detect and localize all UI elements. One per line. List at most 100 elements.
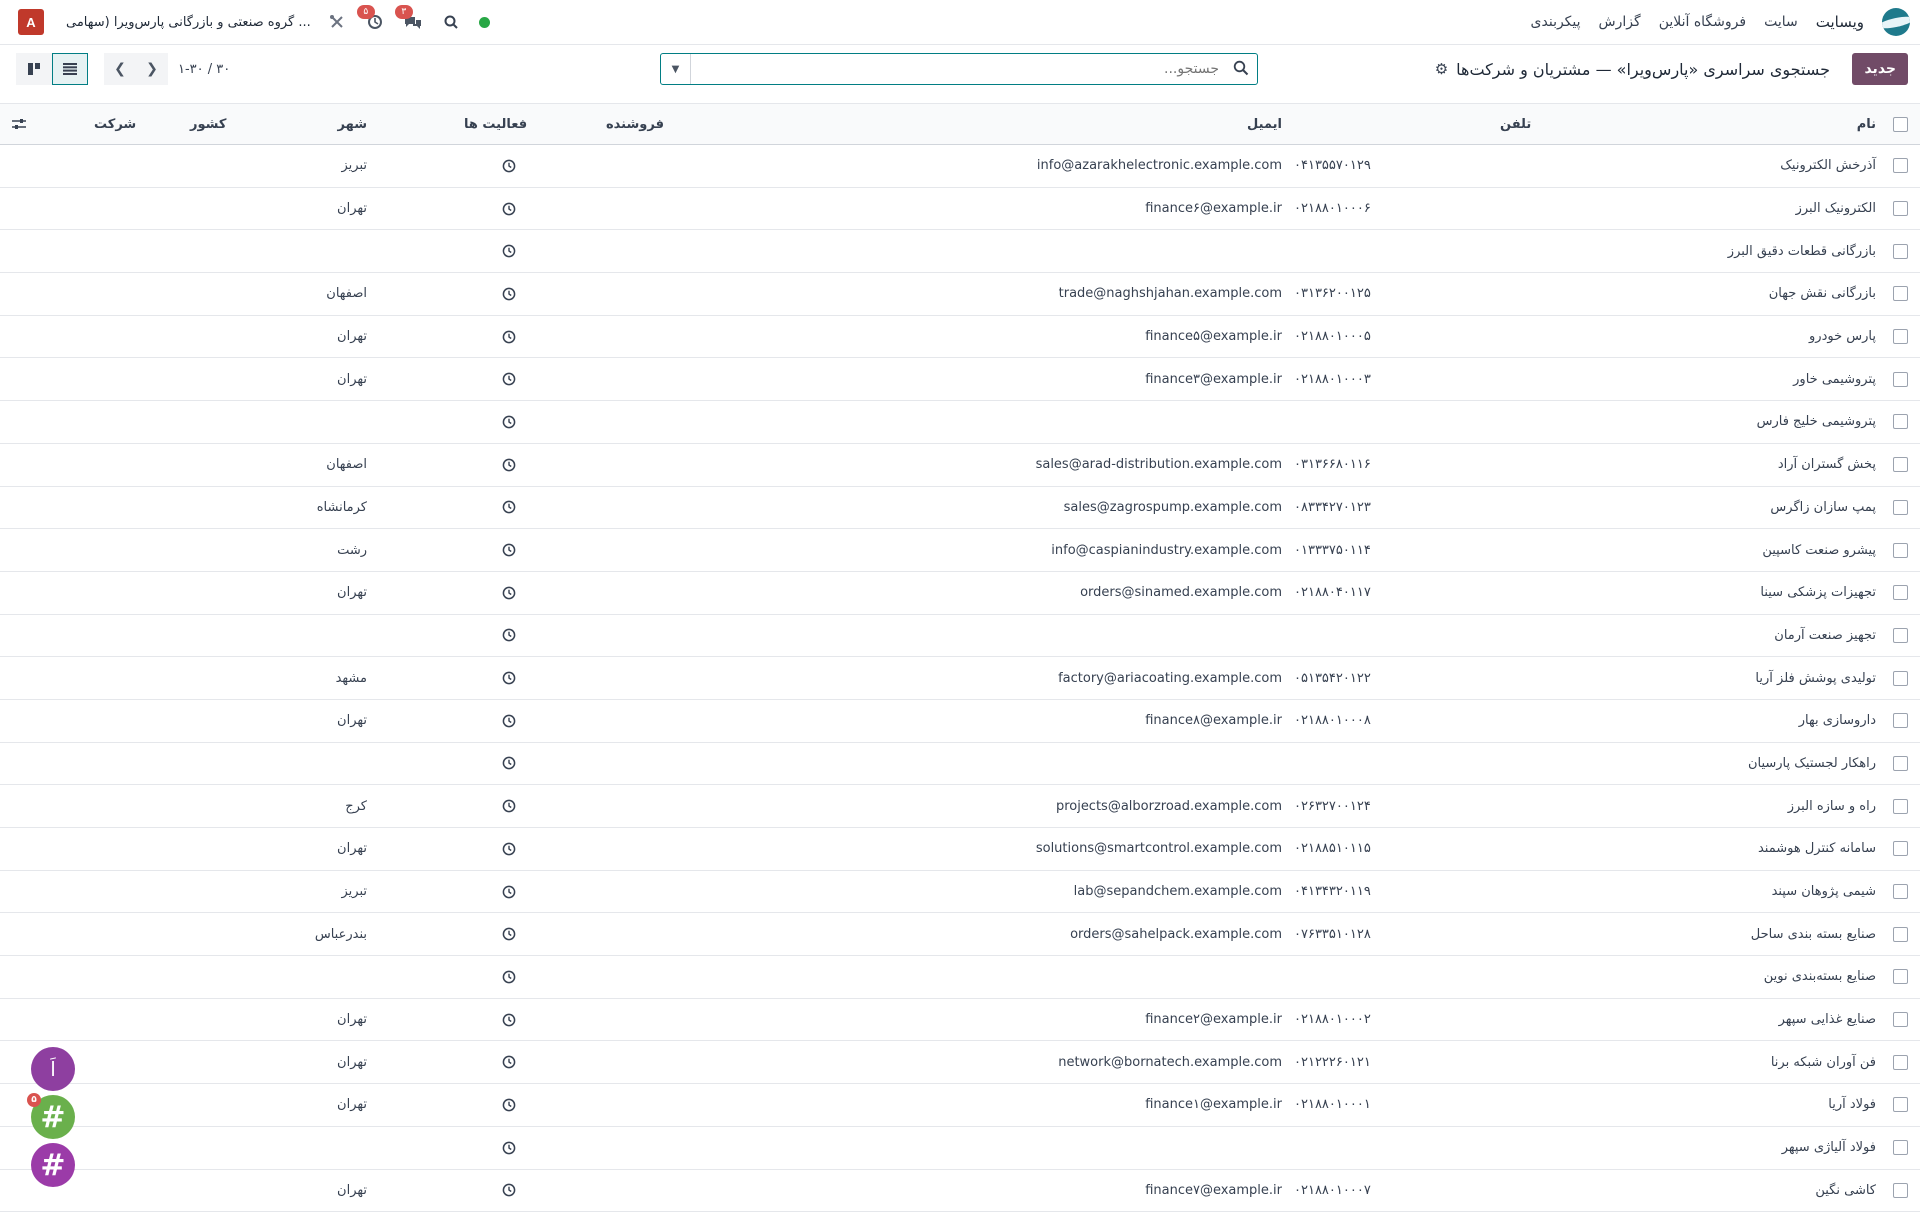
- table-row[interactable]: راهکار لجستیک پارسیان: [0, 743, 1920, 786]
- cell-email[interactable]: lab@sepandchem.example.com: [1074, 871, 1282, 913]
- table-row[interactable]: صنایع بسته‌بندی نوین: [0, 956, 1920, 999]
- activity-cell[interactable]: [496, 743, 522, 785]
- cell-name[interactable]: راهکار لجستیک پارسیان: [1748, 743, 1876, 785]
- cell-name[interactable]: تولیدی پوشش فلز آریا: [1755, 657, 1876, 699]
- row-checkbox[interactable]: [1893, 1097, 1908, 1112]
- cell-city[interactable]: تهران: [337, 358, 367, 400]
- cell-phone[interactable]: ۰۳۱۳۶۲۰۰۱۲۵: [1294, 273, 1371, 315]
- cell-email[interactable]: finance۳@example.ir: [1145, 358, 1282, 400]
- table-row[interactable]: پیشرو صنعت کاسپین ۰۱۳۳۳۷۵۰۱۱۴ info@caspian…: [0, 529, 1920, 572]
- table-row[interactable]: راه و سازه البرز۰۲۶۳۲۷۰۰۱۲۴projects@albo…: [0, 785, 1920, 828]
- row-checkbox[interactable]: [1893, 713, 1908, 728]
- table-row[interactable]: بازرگانی قطعات دقیق البرز: [0, 230, 1920, 273]
- cell-phone[interactable]: ۰۴۱۳۵۵۷۰۱۲۹: [1294, 145, 1371, 187]
- search-icon[interactable]: [441, 12, 461, 32]
- activity-cell[interactable]: [496, 444, 522, 486]
- cell-city[interactable]: کرمانشاه: [317, 487, 367, 529]
- row-checkbox[interactable]: [1893, 1183, 1908, 1198]
- cell-phone[interactable]: ۰۸۳۳۴۲۷۰۱۲۳: [1294, 487, 1371, 529]
- activity-cell[interactable]: [496, 188, 522, 230]
- table-row[interactable]: پتروشیمی خلیج فارس: [0, 401, 1920, 444]
- activity-cell[interactable]: [496, 913, 522, 955]
- row-checkbox[interactable]: [1893, 1012, 1908, 1027]
- cell-name[interactable]: الکترونیک البرز: [1796, 188, 1876, 230]
- cell-name[interactable]: فولاد آلیاژی سپهر: [1782, 1127, 1876, 1169]
- messages-icon[interactable]: ۳: [403, 12, 423, 32]
- cell-email[interactable]: network@bornatech.example.com: [1058, 1041, 1282, 1083]
- activity-cell[interactable]: [496, 700, 522, 742]
- activity-cell[interactable]: [496, 871, 522, 913]
- activity-cell[interactable]: [496, 785, 522, 827]
- app-brand[interactable]: ویسایت: [1816, 13, 1864, 31]
- optional-columns-toggle[interactable]: [10, 104, 28, 144]
- activity-cell[interactable]: [496, 1127, 522, 1169]
- cell-email[interactable]: finance۶@example.ir: [1145, 188, 1282, 230]
- row-checkbox[interactable]: [1893, 500, 1908, 515]
- cell-email[interactable]: trade@naghshjahan.example.com: [1059, 273, 1282, 315]
- cell-name[interactable]: پیشرو صنعت کاسپین: [1762, 529, 1876, 571]
- cell-email[interactable]: factory@ariacoating.example.com: [1058, 657, 1282, 699]
- pager-value[interactable]: ۱-۳۰ / ۳۰: [178, 62, 230, 77]
- table-row[interactable]: فولاد آلیاژی سپهر: [0, 1127, 1920, 1170]
- column-city[interactable]: شهر: [338, 104, 367, 144]
- activity-cell[interactable]: [496, 487, 522, 529]
- row-checkbox[interactable]: [1893, 457, 1908, 472]
- search-options-toggle[interactable]: ▼: [661, 54, 691, 84]
- column-name[interactable]: نام: [1857, 104, 1876, 144]
- cell-phone[interactable]: ۰۲۱۲۲۲۶۰۱۲۱: [1294, 1041, 1371, 1083]
- cell-email[interactable]: sales@zagrospump.example.com: [1064, 487, 1282, 529]
- search-icon[interactable]: [1233, 60, 1251, 78]
- cell-name[interactable]: فن آوران شبکه برنا: [1771, 1041, 1876, 1083]
- activity-cell[interactable]: [496, 1170, 522, 1212]
- cell-name[interactable]: آذرخش الکترونیک: [1780, 145, 1876, 187]
- row-checkbox[interactable]: [1893, 158, 1908, 173]
- activity-cell[interactable]: [496, 1084, 522, 1126]
- cell-name[interactable]: پخش گستران آراد: [1778, 444, 1876, 486]
- pager-previous-button[interactable]: ❮: [104, 53, 136, 85]
- column-email[interactable]: ایمیل: [1247, 104, 1282, 144]
- cell-email[interactable]: finance۸@example.ir: [1145, 700, 1282, 742]
- cell-city[interactable]: تهران: [337, 828, 367, 870]
- row-checkbox[interactable]: [1893, 799, 1908, 814]
- cell-phone[interactable]: ۰۳۱۳۶۶۸۰۱۱۶: [1294, 444, 1371, 486]
- pager-next-button[interactable]: ❯: [136, 53, 168, 85]
- cell-name[interactable]: شیمی پژوهان سپند: [1772, 871, 1876, 913]
- cell-city[interactable]: تهران: [337, 999, 367, 1041]
- select-all-checkbox[interactable]: [1893, 117, 1908, 132]
- company-switcher[interactable]: گروه صنعتی و بازرگانی پارس‌ویرا (سهامی .…: [66, 15, 311, 30]
- cell-name[interactable]: بازرگانی قطعات دقیق البرز: [1728, 230, 1876, 272]
- row-checkbox[interactable]: [1893, 201, 1908, 216]
- row-checkbox[interactable]: [1893, 841, 1908, 856]
- row-checkbox[interactable]: [1893, 286, 1908, 301]
- cell-email[interactable]: finance۲@example.ir: [1145, 999, 1282, 1041]
- table-row[interactable]: شیمی پژوهان سپند۰۴۱۳۴۳۲۰۱۱۹lab@sepandche…: [0, 871, 1920, 914]
- chat-bubble-channel[interactable]: # ۵: [31, 1095, 75, 1139]
- menu-configuration[interactable]: پیکربندی: [1531, 14, 1581, 30]
- cell-name[interactable]: پمپ سازان زاگرس: [1770, 487, 1876, 529]
- activity-cell[interactable]: [496, 316, 522, 358]
- activity-cell[interactable]: [496, 615, 522, 657]
- cell-phone[interactable]: ۰۱۳۳۳۷۵۰۱۱۴: [1294, 529, 1371, 571]
- cell-city[interactable]: مشهد: [336, 657, 367, 699]
- cell-name[interactable]: تجهیزات پزشکی سینا: [1760, 572, 1876, 614]
- gear-icon[interactable]: ⚙: [1435, 60, 1448, 78]
- row-checkbox[interactable]: [1893, 969, 1908, 984]
- cell-phone[interactable]: ۰۵۱۳۵۴۲۰۱۲۲: [1294, 657, 1371, 699]
- cell-email[interactable]: info@caspianindustry.example.com: [1051, 529, 1282, 571]
- menu-site[interactable]: سایت: [1764, 14, 1798, 30]
- row-checkbox[interactable]: [1893, 543, 1908, 558]
- row-checkbox[interactable]: [1893, 671, 1908, 686]
- cell-city[interactable]: تهران: [337, 1084, 367, 1126]
- cell-name[interactable]: راه و سازه البرز: [1788, 785, 1876, 827]
- column-activities[interactable]: فعالیت ها: [464, 104, 527, 144]
- cell-name[interactable]: بازرگانی نقش جهان: [1769, 273, 1876, 315]
- activity-cell[interactable]: [496, 999, 522, 1041]
- table-row[interactable]: تجهیزات پزشکی سینا۰۲۱۸۸۰۴۰۱۱۷orders@sina…: [0, 572, 1920, 615]
- column-company[interactable]: شرکت: [94, 104, 136, 144]
- cell-city[interactable]: تبریز: [341, 145, 367, 187]
- row-checkbox[interactable]: [1893, 628, 1908, 643]
- cell-city[interactable]: تهران: [337, 316, 367, 358]
- row-checkbox[interactable]: [1893, 329, 1908, 344]
- cell-email[interactable]: orders@sahelpack.example.com: [1070, 913, 1282, 955]
- cell-city[interactable]: اصفهان: [326, 273, 367, 315]
